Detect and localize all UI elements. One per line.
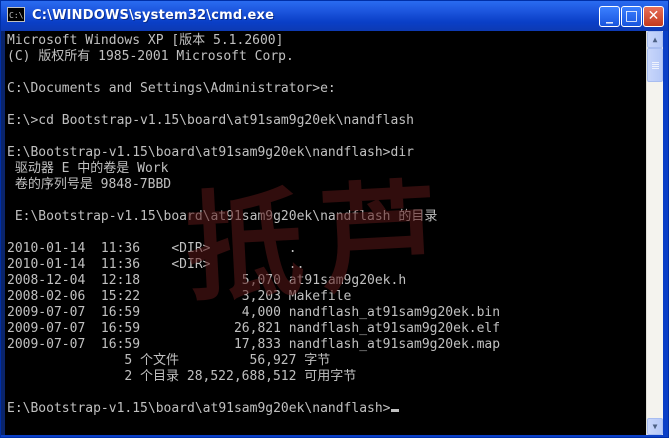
minimize-button[interactable]: _	[599, 6, 620, 27]
dir-entry: 2009-07-07 16:59 26,821 nandflash_at91sa…	[7, 321, 501, 336]
console-output: Microsoft Windows XP [版本 5.1.2600] (C) 版…	[7, 33, 500, 417]
text-cursor	[390, 409, 399, 412]
maximize-button[interactable]: □	[621, 6, 642, 27]
command-prompt[interactable]: E:\Bootstrap-v1.15\board\at91sam9g20ek\n…	[7, 401, 391, 416]
window-title: C:\WINDOWS\system32\cmd.exe	[32, 8, 275, 23]
console-line: (C) 版权所有 1985-2001 Microsoft Corp.	[7, 49, 294, 64]
dir-entry: 2008-12-04 12:18 5,070 at91sam9g20ek.h	[7, 273, 407, 288]
console-line: C:\Documents and Settings\Administrator>…	[7, 81, 336, 96]
console-line: Microsoft Windows XP [版本 5.1.2600]	[7, 33, 284, 48]
scrollbar-thumb[interactable]	[647, 48, 663, 82]
close-button[interactable]: ✕	[643, 6, 664, 27]
console-line: E:\Bootstrap-v1.15\board\at91sam9g20ek\n…	[7, 145, 414, 160]
dir-entry: 2009-07-07 16:59 4,000 nandflash_at91sam…	[7, 305, 501, 320]
dir-summary: 2 个目录 28,522,688,512 可用字节	[7, 369, 357, 384]
cmd-icon[interactable]: C:\	[7, 7, 25, 22]
console-line: E:\>cd Bootstrap-v1.15\board\at91sam9g20…	[7, 113, 414, 128]
title-bar[interactable]: C:\ C:\WINDOWS\system32\cmd.exe _ □ ✕	[1, 1, 668, 31]
dir-entry: 2010-01-14 11:36 <DIR> .	[7, 241, 297, 256]
dir-entry: 2010-01-14 11:36 <DIR> ..	[7, 257, 305, 272]
console-line: E:\Bootstrap-v1.15\board\at91sam9g20ek\n…	[7, 209, 438, 224]
dir-summary: 5 个文件 56,927 字节	[7, 353, 331, 368]
vertical-scrollbar[interactable]: ▲ ▼	[646, 31, 663, 435]
console-line: 驱动器 E 中的卷是 Work	[7, 161, 169, 176]
window-frame-right	[663, 31, 668, 435]
console-area[interactable]: Microsoft Windows XP [版本 5.1.2600] (C) 版…	[5, 31, 646, 435]
dir-entry: 2008-02-06 15:22 3,203 Makefile	[7, 289, 352, 304]
up-arrow-icon[interactable]: ▲	[647, 31, 663, 48]
console-line: 卷的序列号是 9848-7BBD	[7, 177, 172, 192]
cmd-window: C:\ C:\WINDOWS\system32\cmd.exe _ □ ✕ Mi…	[0, 0, 669, 438]
dir-entry: 2009-07-07 16:59 17,833 nandflash_at91sa…	[7, 337, 501, 352]
down-arrow-icon[interactable]: ▼	[647, 418, 663, 435]
